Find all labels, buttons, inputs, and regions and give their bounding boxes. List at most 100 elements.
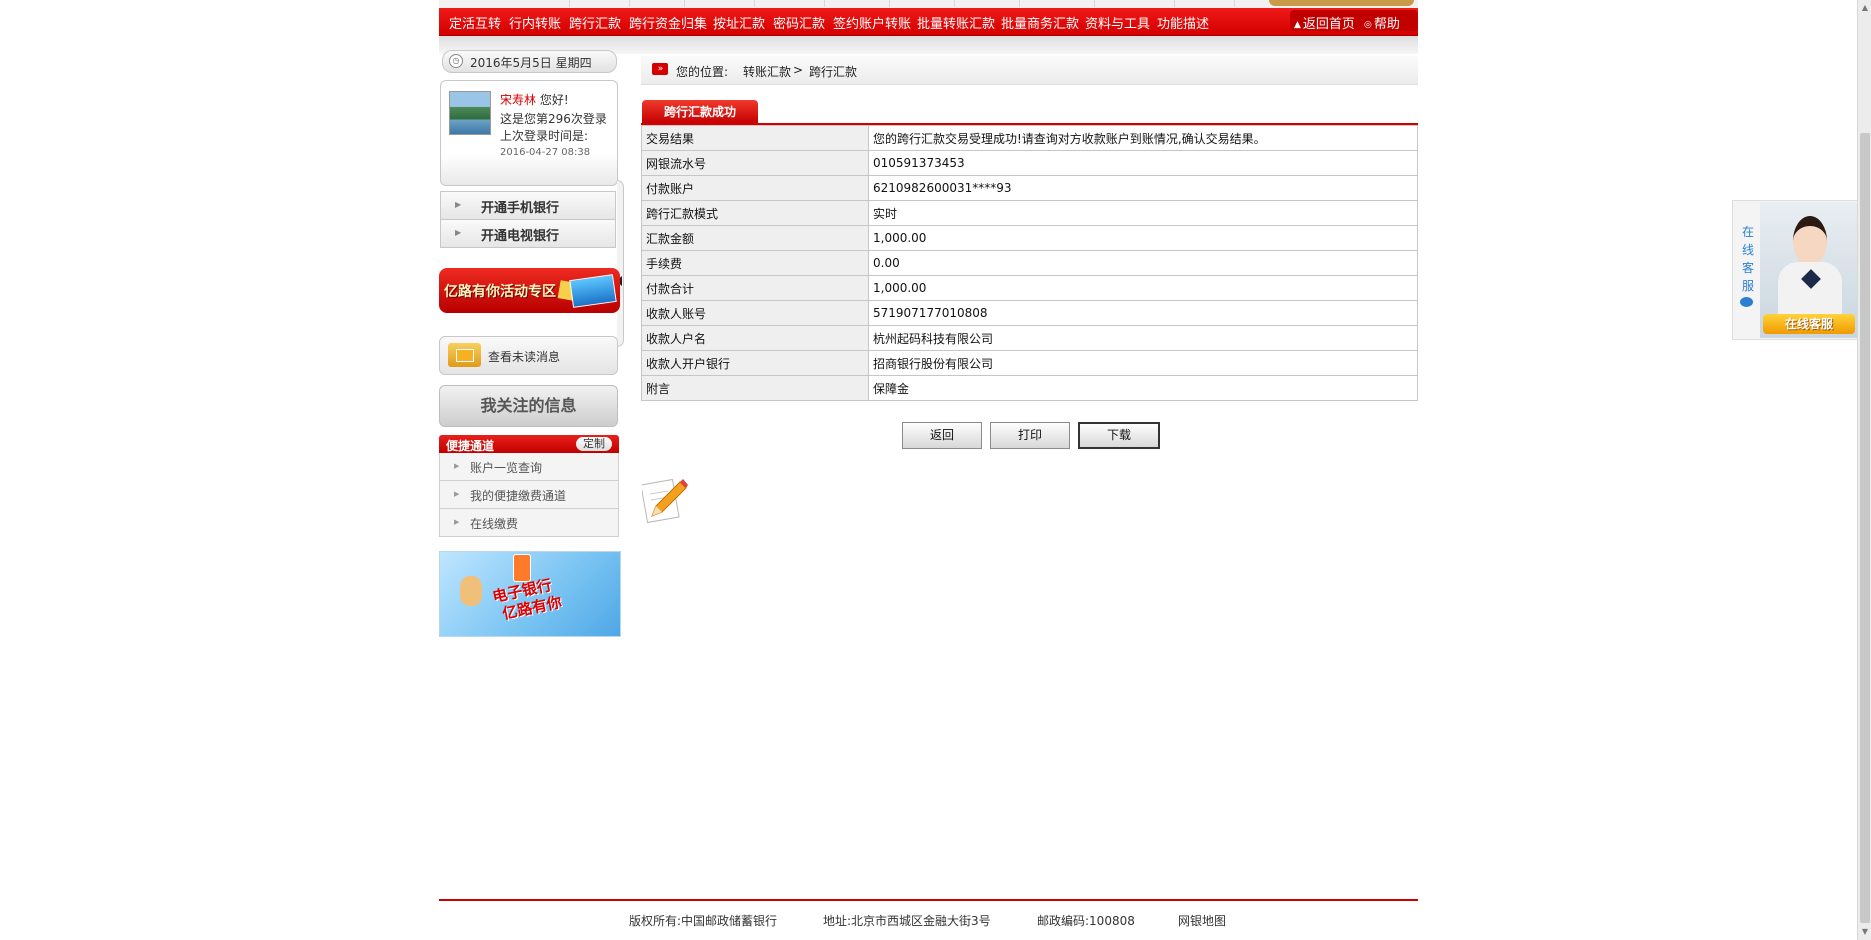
bank-card-icon (569, 274, 617, 308)
row-value: 招商银行股份有限公司 (868, 350, 1418, 376)
my-focus-button[interactable]: 我关注的信息 (439, 385, 618, 427)
avatar (449, 91, 491, 135)
table-row: 手续费 0.00 (641, 250, 1418, 276)
unread-messages-button[interactable]: 查看未读消息 (439, 336, 618, 375)
open-mobile-banking[interactable]: ▶ 开通手机银行 (440, 191, 616, 220)
home-label: 返回首页 (1302, 17, 1355, 32)
help-label: 帮助 (1373, 17, 1400, 32)
current-date: 2016年5月5日 星期四 (470, 56, 592, 70)
home-icon: ▲ (1294, 20, 1301, 30)
promo-text: 亿路有你活动专区 (444, 284, 556, 300)
open-mobile-label: 开通手机银行 (481, 201, 560, 216)
help-link[interactable]: ◎ 帮助 (1364, 13, 1400, 32)
footer-sitemap-link[interactable]: 网银地图 (1178, 912, 1226, 929)
nav-right-group: ▲ 返回首页 ◎ 帮助 (1290, 10, 1418, 32)
shortcut-item-account-overview[interactable]: ▶ 账户一览查询 (439, 453, 619, 481)
row-value: 6210982600031****93 (868, 175, 1418, 201)
breadcrumb-level-1[interactable]: 转账汇款 (743, 63, 791, 80)
table-row: 网银流水号 010591373453 (641, 150, 1418, 176)
note-pencil-icon[interactable] (640, 476, 690, 524)
row-label: 网银流水号 (641, 150, 869, 176)
shortcut-item-my-payment[interactable]: ▶ 我的便捷缴费通道 (439, 481, 619, 509)
ebank-ad-banner[interactable]: 电子银行 亿路有你 (439, 551, 621, 637)
last-login-time: 2016-04-27 08:38 (500, 147, 591, 158)
nav-item-batch-business[interactable]: 批量商务汇款 (1001, 13, 1079, 32)
row-value: 1,000.00 (868, 225, 1418, 251)
login-count: 这是您第296次登录 (500, 112, 607, 126)
help-icon: ◎ (1364, 20, 1372, 30)
breadcrumb-label: 您的位置: (676, 65, 729, 79)
table-row: 汇款金额 1,000.00 (641, 225, 1418, 251)
nav-item-fixed-current[interactable]: 定活互转 (449, 13, 501, 32)
greeting: 您好! (539, 93, 569, 107)
row-value: 保障金 (868, 375, 1418, 401)
scroll-up-icon[interactable]: ▲ (1858, 0, 1871, 16)
shortcut-item-online-payment[interactable]: ▶ 在线缴费 (439, 509, 619, 537)
row-label: 附言 (641, 375, 869, 401)
scroll-down-icon[interactable]: ▼ (1858, 924, 1871, 940)
table-row: 跨行汇款模式 实时 (641, 200, 1418, 226)
table-row: 付款账户 6210982600031****93 (641, 175, 1418, 201)
back-button[interactable]: 返回 (902, 422, 982, 449)
open-services-menu: ▶ 开通手机银行 ▶ 开通电视银行 (440, 191, 616, 248)
online-service-widget[interactable]: 在线客服 在线客服 (1732, 200, 1859, 340)
home-link[interactable]: ▲ 返回首页 (1294, 13, 1355, 32)
open-tv-label: 开通电视银行 (481, 229, 560, 244)
figure-illustration (460, 576, 482, 606)
download-button[interactable]: 下载 (1078, 422, 1160, 449)
shortcut-item-label: 我的便捷缴费通道 (470, 489, 567, 503)
nav-item-signed-account[interactable]: 签约账户转账 (833, 13, 911, 32)
nav-item-tools[interactable]: 资料与工具 (1085, 13, 1150, 32)
nav-item-batch-transfer[interactable]: 批量转账汇款 (917, 13, 995, 32)
table-row: 付款合计 1,000.00 (641, 275, 1418, 301)
location-arrow-icon: » (652, 63, 668, 75)
main-navbar: 定活互转 行内转账 跨行汇款 跨行资金归集 按址汇款 密码汇款 签约账户转账 批… (439, 8, 1418, 36)
footer-postcode: 邮政编码:100808 (1037, 914, 1135, 928)
print-button[interactable]: 打印 (990, 422, 1070, 449)
service-agent-image: 在线客服 (1760, 202, 1857, 338)
promo-banner[interactable]: 亿路有你活动专区 (439, 268, 620, 313)
row-label: 收款人开户银行 (641, 350, 869, 376)
user-info-box: 宋寿林 您好! 这是您第296次登录 上次登录时间是: 2016-04-27 0… (440, 80, 618, 186)
nav-item-inter-bank[interactable]: 跨行汇款 (569, 13, 621, 32)
row-value: 杭州起码科技有限公司 (868, 325, 1418, 351)
table-row: 交易结果 您的跨行汇款交易受理成功!请查询对方收款账户到账情况,确认交易结果。 (641, 125, 1418, 151)
arrow-right-icon: ▶ (455, 200, 462, 209)
user-name: 宋寿林 (500, 93, 537, 107)
shortcut-item-label: 账户一览查询 (470, 461, 543, 475)
row-label: 收款人户名 (641, 325, 869, 351)
unread-messages-label: 查看未读消息 (488, 350, 561, 364)
row-label: 收款人账号 (641, 300, 869, 326)
row-value: 0.00 (868, 250, 1418, 276)
nav-item-address-remit[interactable]: 按址汇款 (713, 13, 765, 32)
row-value: 实时 (868, 200, 1418, 226)
row-label: 跨行汇款模式 (641, 200, 869, 226)
row-label: 交易结果 (641, 125, 869, 151)
open-tv-banking[interactable]: ▶ 开通电视银行 (440, 220, 616, 248)
clock-icon: ◷ (449, 54, 463, 68)
footer-divider (439, 899, 1418, 901)
date-box: ◷ 2016年5月5日 星期四 (442, 50, 617, 73)
envelope-icon (448, 343, 481, 367)
row-label: 手续费 (641, 250, 869, 276)
breadcrumb-level-2: 跨行汇款 (809, 65, 858, 79)
vertical-scrollbar[interactable]: ▲ ▼ (1857, 0, 1871, 940)
nav-item-function-desc[interactable]: 功能描述 (1157, 13, 1209, 32)
table-row: 收款人户名 杭州起码科技有限公司 (641, 325, 1418, 351)
row-label: 付款账户 (641, 175, 869, 201)
online-service-button[interactable]: 在线客服 (1763, 314, 1855, 334)
scrollbar-thumb[interactable] (1860, 133, 1870, 923)
sidebar-collapse-handle[interactable] (616, 180, 624, 347)
customize-button[interactable]: 定制 (576, 437, 612, 451)
greeting-line: 宋寿林 您好! (500, 91, 569, 108)
nav-item-password-remit[interactable]: 密码汇款 (773, 13, 825, 32)
row-label: 汇款金额 (641, 225, 869, 251)
nav-item-fund-collection[interactable]: 跨行资金归集 (629, 13, 707, 32)
breadcrumb-separator: > (793, 63, 804, 77)
arrow-right-icon: ▶ (454, 462, 460, 470)
row-value: 1,000.00 (868, 275, 1418, 301)
nav-item-intra-transfer[interactable]: 行内转账 (509, 13, 561, 32)
chat-bubble-icon (1740, 297, 1753, 307)
shortcut-header: 便捷通道 定制 (439, 435, 619, 453)
result-table: 交易结果 您的跨行汇款交易受理成功!请查询对方收款账户到账情况,确认交易结果。 网… (641, 125, 1418, 401)
